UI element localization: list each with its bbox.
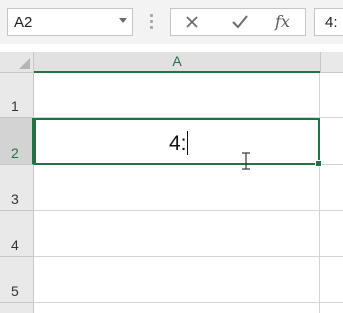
- row-header-5[interactable]: 5: [0, 257, 34, 303]
- cell-a2-value: 4:: [169, 132, 187, 155]
- cell-b4[interactable]: [320, 211, 343, 257]
- formula-input[interactable]: 4:: [314, 8, 343, 36]
- cell-b2[interactable]: [320, 118, 343, 165]
- formula-input-value: 4:: [325, 14, 338, 31]
- row-number: 4: [11, 237, 19, 253]
- name-box[interactable]: A2: [7, 8, 133, 36]
- row-header-1[interactable]: 1: [0, 73, 34, 118]
- row-header-2[interactable]: 2: [0, 118, 34, 165]
- cell-a3[interactable]: [34, 165, 320, 211]
- cell-a5[interactable]: [34, 257, 320, 303]
- row-number: 3: [11, 191, 19, 207]
- row-header-4[interactable]: 4: [0, 211, 34, 257]
- name-box-dropdown-icon[interactable]: [119, 18, 127, 23]
- cell-b3[interactable]: [320, 165, 343, 211]
- formula-buttons: fx: [170, 8, 306, 36]
- row-header-3[interactable]: 3: [0, 165, 34, 211]
- function-icon: fx: [275, 12, 290, 31]
- name-box-value: A2: [14, 14, 33, 31]
- cell-a1[interactable]: [34, 73, 320, 118]
- select-all-icon: [19, 58, 30, 69]
- cancel-icon: [186, 16, 198, 28]
- column-header-b[interactable]: [320, 52, 343, 73]
- checkmark-icon: [232, 15, 248, 29]
- enter-button[interactable]: [223, 9, 257, 35]
- toolbar-grip-icon[interactable]: [150, 14, 153, 30]
- active-cell-editor[interactable]: 4:: [34, 118, 322, 167]
- cell-a4[interactable]: [34, 211, 320, 257]
- row-header-6[interactable]: [0, 303, 34, 313]
- text-cursor-icon: [242, 152, 250, 170]
- cell-b5[interactable]: [320, 257, 343, 303]
- formula-toolbar: A2 fx 4:: [0, 0, 343, 44]
- row-number: 2: [11, 145, 19, 161]
- select-all-button[interactable]: [0, 52, 34, 73]
- text-caret: [187, 131, 188, 155]
- cell-a6[interactable]: [34, 303, 320, 313]
- insert-function-button[interactable]: fx: [269, 9, 303, 35]
- row-number: 1: [11, 98, 19, 114]
- cell-b1[interactable]: [320, 73, 343, 118]
- cancel-button[interactable]: [175, 9, 209, 35]
- row-number: 5: [11, 283, 19, 299]
- fill-handle[interactable]: [315, 160, 322, 167]
- column-header-a[interactable]: A: [34, 52, 320, 73]
